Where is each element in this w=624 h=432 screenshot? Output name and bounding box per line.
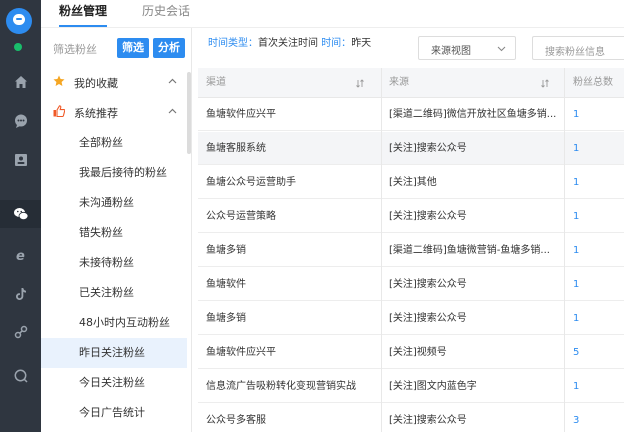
time-type-key: 时间类型： <box>208 38 258 49</box>
browser-icon[interactable]: e <box>0 241 41 269</box>
sidebar-item-48h-interaction[interactable]: 48小时内互动粉丝 <box>41 308 187 338</box>
chat-bubble-icon[interactable] <box>0 362 41 390</box>
cell-channel: 鱼塘客服系统 <box>206 143 266 154</box>
sidebar-item-all-fans[interactable]: 全部粉丝 <box>41 128 187 158</box>
cell-channel: 鱼塘软件应兴平 <box>206 347 276 358</box>
star-icon <box>53 75 65 86</box>
home-icon[interactable] <box>0 68 41 96</box>
filter-label: 筛选粉丝 <box>53 43 97 56</box>
group-favorites-label: 我的收藏 <box>74 77 118 90</box>
column-header-total-fans[interactable]: 粉丝总数 <box>573 68 613 98</box>
cell-channel: 公众号多客服 <box>206 415 266 426</box>
sidebar-item-not-communicated[interactable]: 未沟通粉丝 <box>41 188 187 218</box>
sidebar-item-missed[interactable]: 错失粉丝 <box>41 218 187 248</box>
table-row[interactable]: 鱼塘多销 [渠道二维码]鱼塘微营销-鱼塘多销... 1 <box>198 234 624 267</box>
sort-icon[interactable] <box>356 79 364 88</box>
cell-count[interactable]: 1 <box>573 234 623 267</box>
group-recommend-label: 系统推荐 <box>74 107 118 120</box>
wechat-icon[interactable] <box>0 200 41 228</box>
table-row[interactable]: 鱼塘软件 [关注]搜索公众号 1 <box>198 268 624 301</box>
cell-channel: 鱼塘软件应兴平 <box>206 109 276 120</box>
online-status-icon <box>14 43 22 51</box>
filter-summary: 时间类型：首次关注时间 时间：昨天 <box>208 34 371 49</box>
time-value: 昨天 <box>351 38 372 49</box>
sidebar-item-today-ad-stats[interactable]: 今日广告统计 <box>41 398 187 428</box>
cell-source: [关注]搜索公众号 <box>389 313 467 324</box>
cell-source: [渠道二维码]鱼塘微营销-鱼塘多销... <box>389 245 550 256</box>
main-panel: 时间类型：首次关注时间 时间：昨天 来源视图 搜索粉丝信息 渠道 来源 粉丝总数… <box>192 28 624 432</box>
cell-count[interactable]: 3 <box>573 404 623 432</box>
column-header-channel[interactable]: 渠道 <box>206 68 226 98</box>
cell-channel: 鱼塘公众号运营助手 <box>206 177 296 188</box>
tiktok-icon[interactable] <box>0 280 41 308</box>
contact-card-icon[interactable] <box>0 146 41 174</box>
cell-count[interactable]: 1 <box>573 166 623 199</box>
table-header: 渠道 来源 粉丝总数 <box>198 68 624 98</box>
cell-count[interactable]: 1 <box>573 132 623 165</box>
time-key: 时间： <box>321 38 352 49</box>
column-divider <box>564 68 565 432</box>
table-row[interactable]: 鱼塘软件应兴平 [关注]视频号 5 <box>198 336 624 369</box>
chevron-down-icon <box>497 46 506 52</box>
cell-source: [关注]搜索公众号 <box>389 415 467 426</box>
search-placeholder: 搜索粉丝信息 <box>545 47 605 58</box>
app-rail: e <box>0 0 41 432</box>
filter-bar: 筛选粉丝 筛选 分析 <box>41 28 192 64</box>
table-row[interactable]: 公众号运营策略 [关注]搜索公众号 1 <box>198 200 624 233</box>
table-row[interactable]: 鱼塘公众号运营助手 [关注]其他 1 <box>198 166 624 199</box>
chevron-up-icon[interactable] <box>168 77 177 86</box>
cell-channel: 公众号运营策略 <box>206 211 276 222</box>
column-divider <box>381 68 382 432</box>
time-type-value: 首次关注时间 <box>258 38 318 49</box>
cell-source: [关注]搜索公众号 <box>389 211 467 222</box>
cell-count[interactable]: 1 <box>573 200 623 233</box>
table-row[interactable]: 公众号多客服 [关注]搜索公众号 3 <box>198 404 624 432</box>
thumbs-up-icon <box>53 105 65 117</box>
message-icon[interactable] <box>0 107 41 135</box>
sidebar-item-not-received[interactable]: 未接待粉丝 <box>41 248 187 278</box>
app-logo-icon[interactable] <box>6 8 32 34</box>
cell-count[interactable]: 1 <box>573 302 623 335</box>
tab-history-sessions[interactable]: 历史会话 <box>142 0 190 28</box>
cell-source: [关注]搜索公众号 <box>389 143 467 154</box>
cell-source: [关注]搜索公众号 <box>389 279 467 290</box>
cell-count[interactable]: 1 <box>573 268 623 301</box>
table-row[interactable]: 鱼塘多销 [关注]搜索公众号 1 <box>198 302 624 335</box>
filter-sidebar: 筛选粉丝 筛选 分析 我的收藏 系统推荐 全部粉丝 我最后接待的粉丝 未沟通粉丝… <box>41 28 192 432</box>
sidebar-scrollbar[interactable] <box>187 72 191 154</box>
table-row[interactable]: 鱼塘客服系统 [关注]搜索公众号 1 <box>198 132 624 165</box>
cell-channel: 鱼塘软件 <box>206 279 246 290</box>
top-tabs: 粉丝管理 历史会话 <box>41 0 624 28</box>
cell-channel: 信息流广告吸粉转化变现营销实战 <box>206 381 356 392</box>
tab-fans-management[interactable]: 粉丝管理 <box>59 0 108 28</box>
column-header-source[interactable]: 来源 <box>389 68 409 98</box>
cell-source: [关注]图文内蓝色字 <box>389 381 477 392</box>
sidebar-item-yesterday-followed[interactable]: 昨日关注粉丝 <box>41 338 187 368</box>
cell-channel: 鱼塘多销 <box>206 313 246 324</box>
chevron-up-icon[interactable] <box>168 107 177 116</box>
view-select[interactable]: 来源视图 <box>418 36 516 60</box>
cell-source: [渠道二维码]微信开放社区鱼塘多销... <box>389 109 557 120</box>
sidebar-item-last-received[interactable]: 我最后接待的粉丝 <box>41 158 187 188</box>
sidebar-item-today-followed[interactable]: 今日关注粉丝 <box>41 368 187 398</box>
table-row[interactable]: 鱼塘软件应兴平 [渠道二维码]微信开放社区鱼塘多销... 1 <box>198 98 624 131</box>
cell-channel: 鱼塘多销 <box>206 245 246 256</box>
group-favorites[interactable]: 我的收藏 <box>41 68 187 96</box>
filter-button[interactable]: 筛选 <box>117 38 149 58</box>
cell-source: [关注]其他 <box>389 177 437 188</box>
search-input[interactable]: 搜索粉丝信息 <box>532 36 624 60</box>
cell-source: [关注]视频号 <box>389 347 447 358</box>
view-select-value: 来源视图 <box>431 46 471 57</box>
analyze-button[interactable]: 分析 <box>153 38 185 58</box>
svg-text:e: e <box>16 249 25 263</box>
link-icon[interactable] <box>0 318 41 346</box>
sidebar-item-followed[interactable]: 已关注粉丝 <box>41 278 187 308</box>
table-row[interactable]: 信息流广告吸粉转化变现营销实战 [关注]图文内蓝色字 1 <box>198 370 624 403</box>
cell-count[interactable]: 1 <box>573 98 623 131</box>
cell-count[interactable]: 5 <box>573 336 623 369</box>
cell-count[interactable]: 1 <box>573 370 623 403</box>
group-recommend[interactable]: 系统推荐 <box>41 98 187 126</box>
sort-icon[interactable] <box>541 79 549 88</box>
